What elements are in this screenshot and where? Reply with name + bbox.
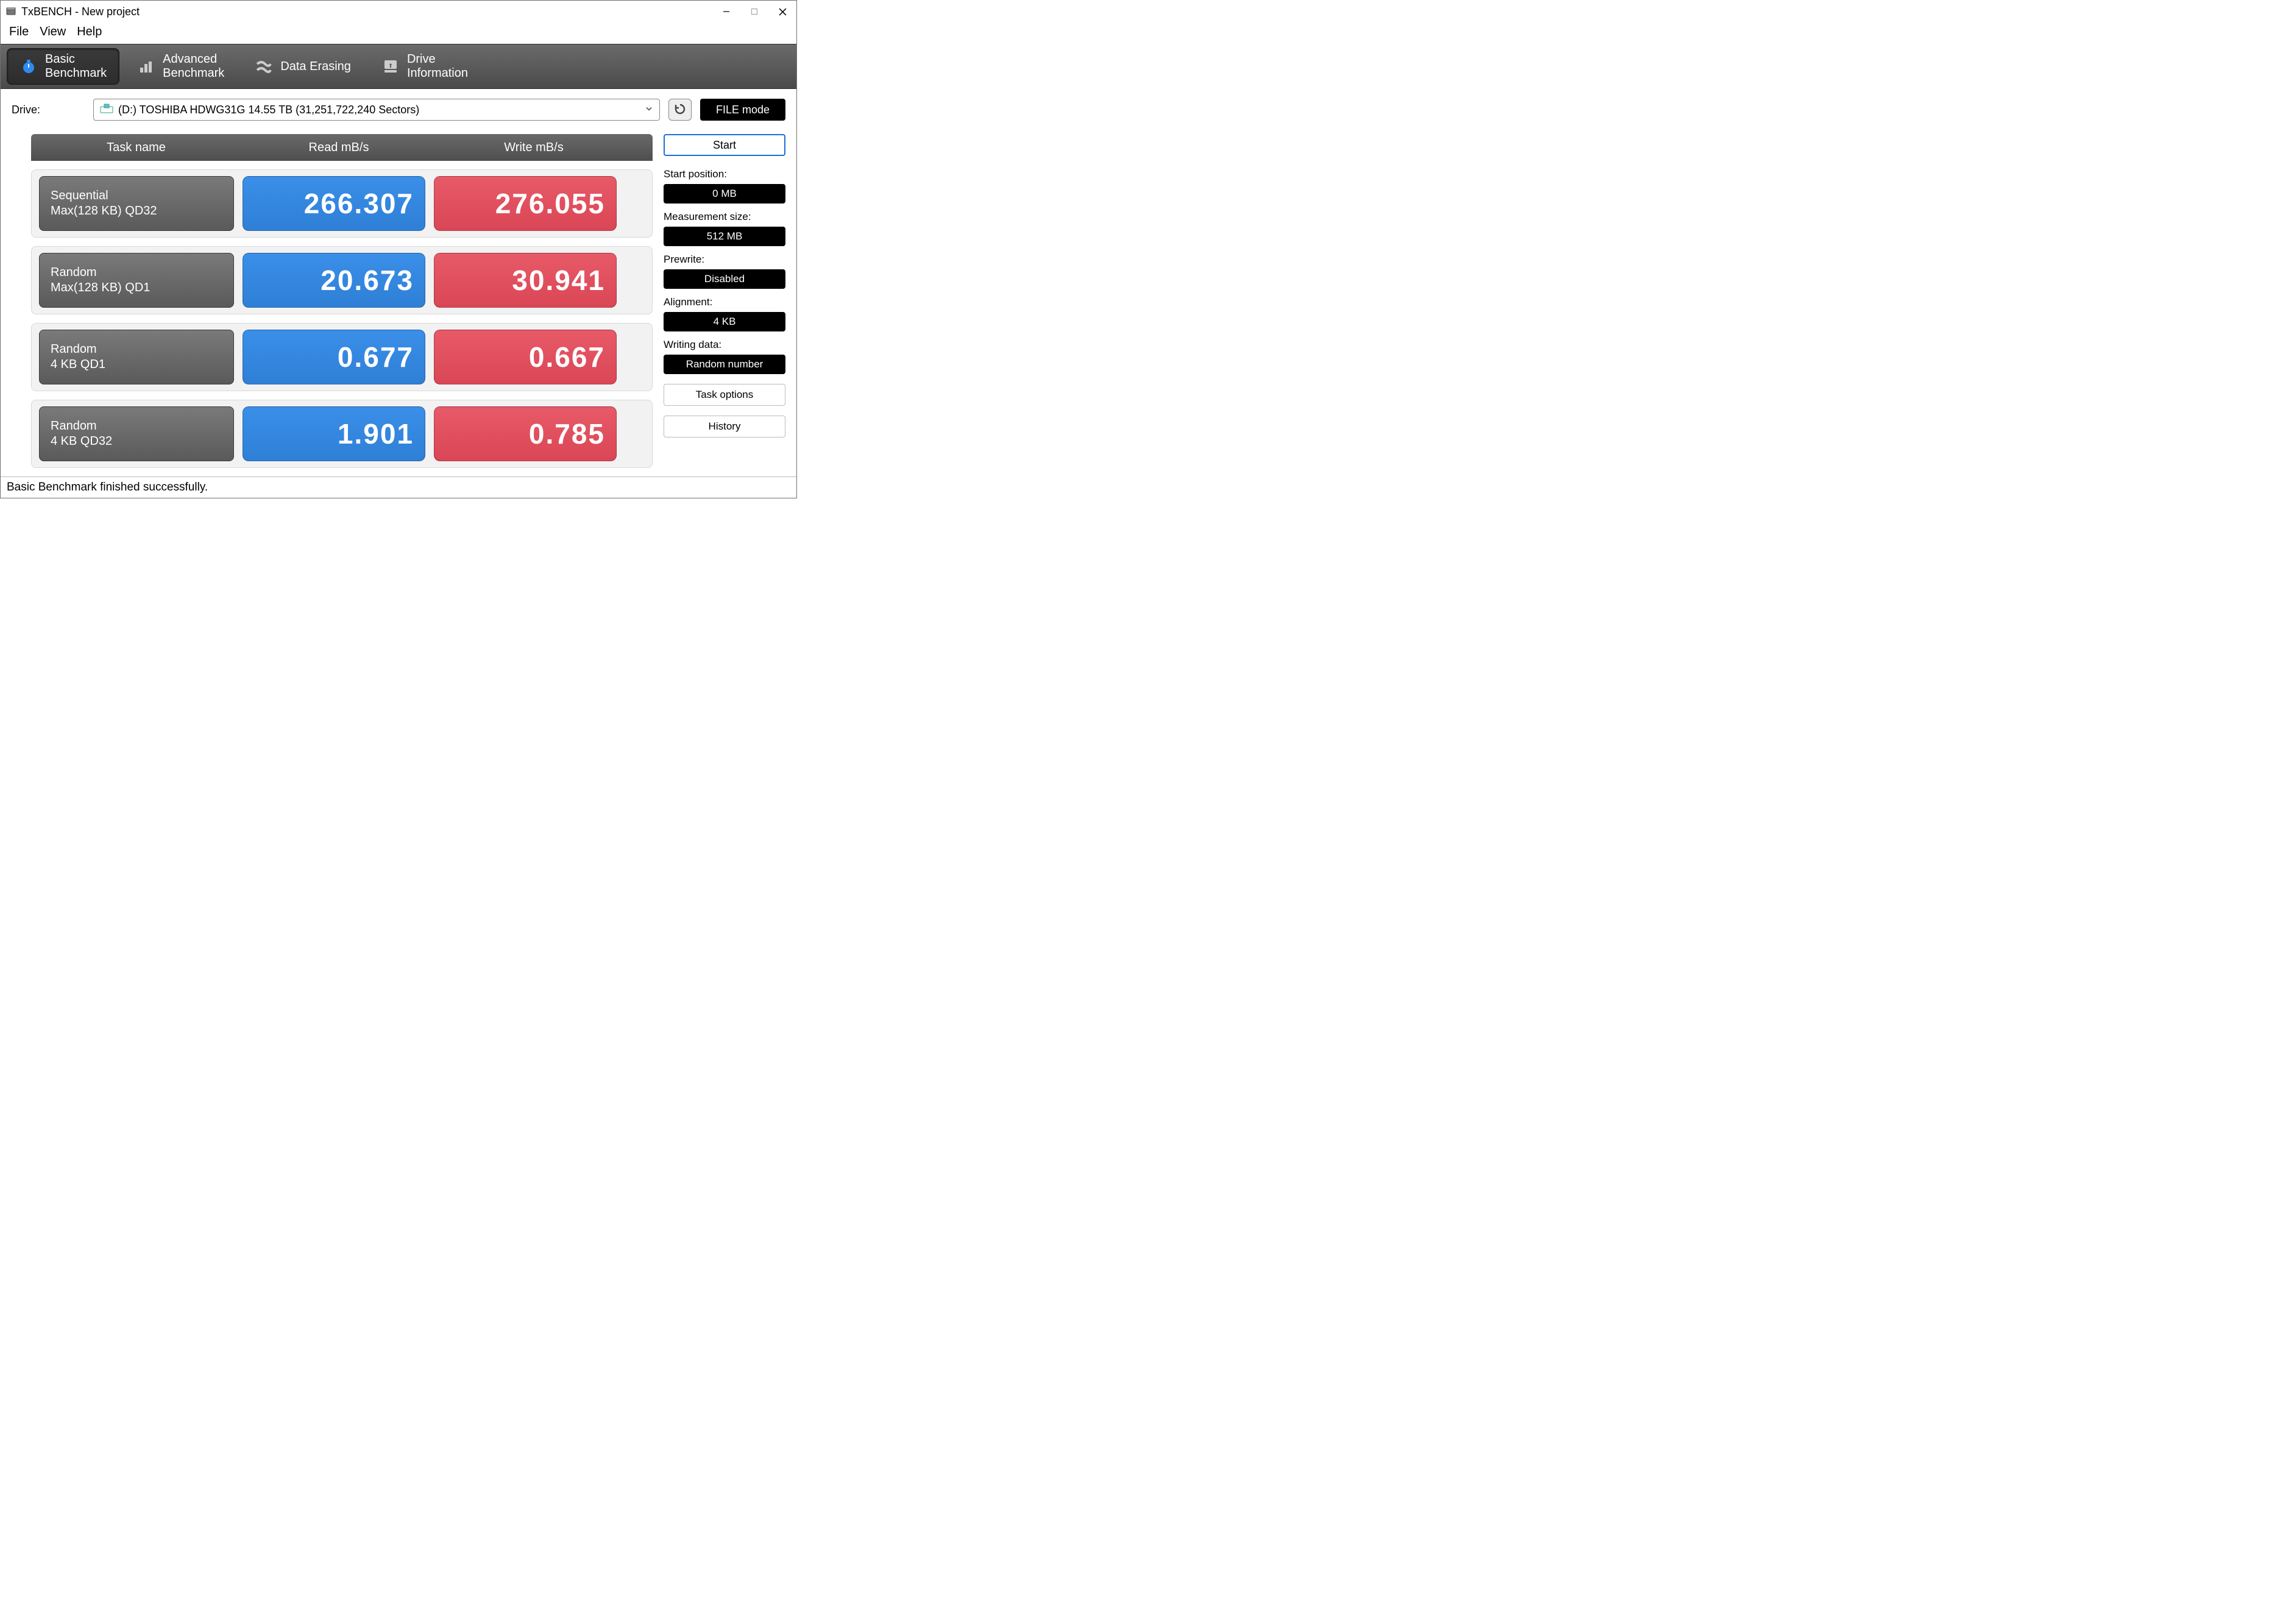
task-options-button[interactable]: Task options bbox=[664, 384, 785, 406]
maximize-button[interactable] bbox=[740, 1, 768, 23]
result-row: Random 4 KB QD1 0.677 0.667 bbox=[31, 323, 653, 391]
wave-icon bbox=[255, 57, 273, 76]
write-value[interactable]: 276.055 bbox=[434, 176, 617, 231]
tab-erase-label: Data Erasing bbox=[280, 60, 351, 74]
writing-data-label: Writing data: bbox=[664, 339, 785, 351]
refresh-icon bbox=[673, 102, 687, 118]
results-header: Task name Read mB/s Write mB/s bbox=[31, 134, 653, 161]
write-value[interactable]: 0.785 bbox=[434, 406, 617, 461]
start-position-value[interactable]: 0 MB bbox=[664, 184, 785, 204]
tab-advanced-line1: Advanced bbox=[163, 52, 217, 66]
menu-view[interactable]: View bbox=[40, 25, 66, 39]
menu-file[interactable]: File bbox=[9, 25, 29, 39]
window-controls bbox=[712, 1, 796, 23]
task-cell[interactable]: Random 4 KB QD32 bbox=[39, 406, 234, 461]
drive-select[interactable]: (D:) TOSHIBA HDWG31G 14.55 TB (31,251,72… bbox=[93, 99, 660, 121]
read-value[interactable]: 266.307 bbox=[243, 176, 425, 231]
task-cell[interactable]: Random Max(128 KB) QD1 bbox=[39, 253, 234, 308]
read-value[interactable]: 20.673 bbox=[243, 253, 425, 308]
task-line1: Sequential bbox=[51, 188, 222, 204]
task-line1: Random bbox=[51, 419, 222, 434]
read-value[interactable]: 1.901 bbox=[243, 406, 425, 461]
content: Task name Read mB/s Write mB/s Sequentia… bbox=[1, 128, 796, 476]
alignment-value[interactable]: 4 KB bbox=[664, 312, 785, 331]
history-button[interactable]: History bbox=[664, 416, 785, 437]
tab-advanced-benchmark[interactable]: Advanced Benchmark bbox=[124, 48, 237, 85]
tab-basic-line2: Benchmark bbox=[45, 66, 107, 80]
measurement-size-label: Measurement size: bbox=[664, 211, 785, 223]
app-icon bbox=[5, 6, 16, 17]
write-value[interactable]: 0.667 bbox=[434, 330, 617, 384]
task-line2: Max(128 KB) QD1 bbox=[51, 280, 222, 296]
close-button[interactable] bbox=[768, 1, 796, 23]
results-table: Task name Read mB/s Write mB/s Sequentia… bbox=[31, 134, 653, 468]
tab-data-erasing[interactable]: Data Erasing bbox=[242, 48, 364, 85]
read-value[interactable]: 0.677 bbox=[243, 330, 425, 384]
titlebar: TxBENCH - New project bbox=[1, 1, 796, 23]
app-window: TxBENCH - New project File View Help Bas… bbox=[0, 0, 797, 498]
task-line2: 4 KB QD32 bbox=[51, 434, 222, 449]
result-row: Random 4 KB QD32 1.901 0.785 bbox=[31, 400, 653, 468]
drive-row: Drive: (D:) TOSHIBA HDWG31G 14.55 TB (31… bbox=[1, 89, 796, 128]
result-row: Sequential Max(128 KB) QD32 266.307 276.… bbox=[31, 169, 653, 238]
window-title: TxBENCH - New project bbox=[21, 5, 712, 18]
prewrite-label: Prewrite: bbox=[664, 253, 785, 266]
result-row: Random Max(128 KB) QD1 20.673 30.941 bbox=[31, 246, 653, 314]
task-cell[interactable]: Random 4 KB QD1 bbox=[39, 330, 234, 384]
menubar: File View Help bbox=[1, 23, 796, 44]
side-panel: Start Start position: 0 MB Measurement s… bbox=[664, 134, 785, 437]
header-task: Task name bbox=[31, 141, 241, 155]
prewrite-value[interactable]: Disabled bbox=[664, 269, 785, 289]
tab-basic-benchmark[interactable]: Basic Benchmark bbox=[7, 48, 119, 85]
tab-basic-line1: Basic bbox=[45, 52, 75, 66]
tab-drive-information[interactable]: Drive Information bbox=[369, 48, 481, 85]
task-line2: 4 KB QD1 bbox=[51, 357, 222, 372]
writing-data-value[interactable]: Random number bbox=[664, 355, 785, 374]
task-line1: Random bbox=[51, 265, 222, 280]
toolbar: Basic Benchmark Advanced Benchmark Data … bbox=[1, 44, 796, 89]
start-button[interactable]: Start bbox=[664, 134, 785, 156]
status-text: Basic Benchmark finished successfully. bbox=[7, 481, 208, 494]
tab-advanced-line2: Benchmark bbox=[163, 66, 224, 80]
measurement-size-value[interactable]: 512 MB bbox=[664, 227, 785, 246]
refresh-button[interactable] bbox=[668, 99, 692, 121]
drive-label: Drive: bbox=[12, 104, 85, 116]
header-write: Write mB/s bbox=[436, 141, 631, 155]
header-read: Read mB/s bbox=[241, 141, 436, 155]
stopwatch-icon bbox=[19, 57, 38, 76]
tab-drive-line1: Drive bbox=[407, 52, 436, 66]
chevron-down-icon bbox=[645, 105, 653, 115]
task-line2: Max(128 KB) QD32 bbox=[51, 204, 222, 219]
status-bar: Basic Benchmark finished successfully. bbox=[1, 476, 796, 498]
task-cell[interactable]: Sequential Max(128 KB) QD32 bbox=[39, 176, 234, 231]
write-value[interactable]: 30.941 bbox=[434, 253, 617, 308]
minimize-button[interactable] bbox=[712, 1, 740, 23]
drive-select-text: (D:) TOSHIBA HDWG31G 14.55 TB (31,251,72… bbox=[118, 104, 419, 116]
task-line1: Random bbox=[51, 342, 222, 357]
menu-help[interactable]: Help bbox=[77, 25, 102, 39]
drive-info-icon bbox=[381, 57, 400, 76]
alignment-label: Alignment: bbox=[664, 296, 785, 308]
start-position-label: Start position: bbox=[664, 168, 785, 180]
drive-disk-icon bbox=[100, 104, 113, 116]
bars-icon bbox=[137, 57, 155, 76]
tab-drive-line2: Information bbox=[407, 66, 468, 80]
file-mode-button[interactable]: FILE mode bbox=[700, 99, 785, 121]
